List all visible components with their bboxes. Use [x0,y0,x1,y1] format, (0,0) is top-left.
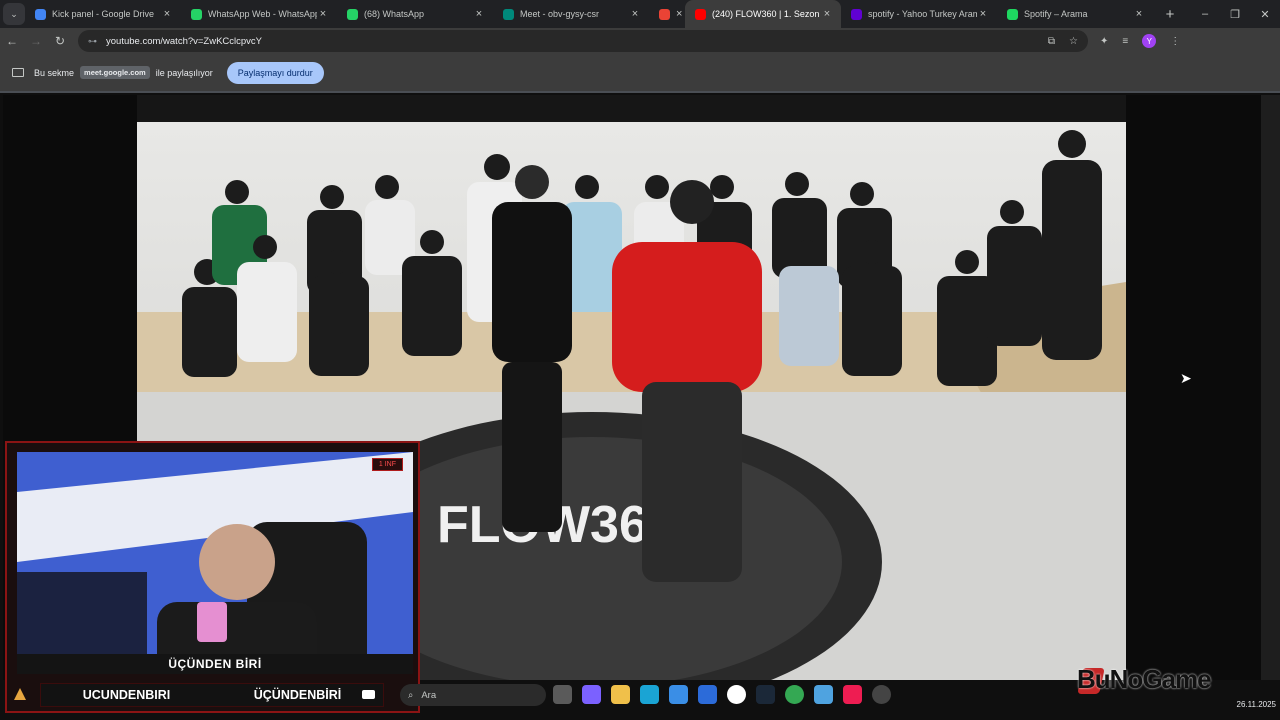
reload-icon[interactable]: ↻ [48,34,72,48]
tab-close-icon[interactable]: × [317,8,329,20]
tab-favicon-icon [1007,8,1018,20]
tab-strip: ⌄ Kick panel - Google Drive × WhatsApp Web… [0,0,1280,28]
tab-7[interactable]: Spotify – Arama × [997,0,1153,28]
tab-title: spotify - Yahoo Turkey Arama [868,9,977,19]
tab-close-icon[interactable]: × [629,8,641,20]
video-letterbox [137,95,1126,122]
tab-0[interactable]: Kick panel - Google Drive × [25,0,181,28]
webcam-image [17,452,413,674]
weather-widget-icon[interactable] [12,686,28,702]
scrollbar-gutter [1261,95,1280,680]
app-icon[interactable] [698,685,717,704]
tab-favicon-icon [347,8,358,20]
tab-favicon-icon [695,8,706,20]
menu-kebab-icon[interactable]: ⋮ [1170,36,1180,47]
tab-5[interactable]: (240) FLOW360 | 1. Sezon × [685,0,841,28]
task-view-icon[interactable] [553,685,572,704]
tab-title: WhatsApp Web - WhatsApp Bi [208,9,317,19]
profile-avatar[interactable]: Y [1142,34,1157,48]
close-window-button[interactable]: ✕ [1250,8,1280,21]
taskbar-apps [553,685,891,704]
tab-title: Meet - obv-gysy-csr [520,9,600,19]
photos-icon[interactable] [814,685,833,704]
steam-icon[interactable] [756,685,775,704]
tab-6[interactable]: spotify - Yahoo Turkey Arama × [841,0,997,28]
yandex-icon[interactable] [727,685,746,704]
taskbar-search[interactable]: ⌕ Ara [400,684,546,706]
tab-title: (240) FLOW360 | 1. Sezon [712,9,820,19]
forward-icon[interactable]: → [24,34,48,48]
window-controls: – ❐ ✕ [1190,8,1280,21]
screen-share-icon [12,68,24,77]
install-app-icon[interactable]: ⧉ [1048,36,1055,47]
site-info-icon[interactable]: ⊶ [88,36,100,47]
tab-title: Kick panel - Google Drive [52,9,155,19]
bookmark-star-icon[interactable]: ☆ [1069,36,1078,47]
streamer-name: ÜÇÜNDEN BİRİ [17,654,413,674]
share-prefix-text: Bu sekme [34,67,75,78]
tiktok-icon[interactable] [843,685,862,704]
tab-close-icon[interactable]: × [977,8,989,20]
tab-close-icon[interactable]: × [676,8,682,20]
tab-favicon-icon [851,8,862,20]
mouse-cursor-icon: ➤ [1180,370,1192,386]
extensions-icon[interactable]: ✦ [1100,36,1108,47]
minimize-button[interactable]: – [1190,8,1220,21]
tab-sharing-bar: Bu sekme meet.google.com ile paylaşılıyo… [0,54,1280,93]
tab-favicon-icon [191,8,202,20]
chrome-icon[interactable] [785,685,804,704]
tab-close-icon[interactable]: × [161,8,173,20]
tab-title: (68) WhatsApp [364,9,425,19]
stop-sharing-button[interactable]: Paylaşmayı durdur [226,61,324,84]
url-text: youtube.com/watch?v=ZwKCclcpvcY [106,35,263,47]
system-tray[interactable]: 26.11.2025 [1186,685,1276,715]
tab-3[interactable]: Meet - obv-gysy-csr × [493,0,649,28]
edge-icon[interactable] [640,685,659,704]
share-domain-chip: meet.google.com [80,66,150,79]
tab-close-icon[interactable]: × [1133,8,1145,20]
tab-2[interactable]: (68) WhatsApp × [337,0,493,28]
new-tab-button[interactable]: + [1159,6,1181,23]
search-placeholder: Ara [421,689,437,701]
tab-favicon-icon [659,8,670,20]
obs-icon[interactable] [872,685,891,704]
live-badge: 1 INF [371,458,403,471]
file-explorer-icon[interactable] [611,685,630,704]
tab-1[interactable]: WhatsApp Web - WhatsApp Bi× [181,0,337,28]
webcam-overlay: 1 INF ÜÇÜNDEN BİRİ [5,441,420,713]
tab-4[interactable]: × [649,0,685,28]
url-omnibox[interactable]: ⊶ youtube.com/watch?v=ZwKCclcpvcY ⧉ ☆ [78,30,1088,52]
copilot-icon[interactable] [582,685,601,704]
tab-close-icon[interactable]: × [473,8,485,20]
share-suffix-text: ile paylaşılıyor [155,67,213,78]
restore-button[interactable]: ❐ [1220,8,1250,21]
address-toolbar: ← → ↻ ⊶ youtube.com/watch?v=ZwKCclcpvcY … [0,28,1280,54]
tab-list: Kick panel - Google Drive × WhatsApp Web -… [25,0,1153,28]
webcam-feed: 1 INF ÜÇÜNDEN BİRİ [17,452,413,674]
back-icon[interactable]: ← [0,34,24,48]
media-controls-icon[interactable]: ≡ [1122,36,1128,47]
tab-close-icon[interactable]: × [821,8,833,20]
tab-title: Spotify – Arama [1024,9,1088,19]
tab-favicon-icon [503,8,514,20]
tab-search-button[interactable]: ⌄ [3,3,25,25]
search-icon: ⌕ [408,689,414,701]
tab-favicon-icon [35,8,46,20]
tray-date: 26.11.2025 [1236,700,1276,709]
store-icon[interactable] [669,685,688,704]
